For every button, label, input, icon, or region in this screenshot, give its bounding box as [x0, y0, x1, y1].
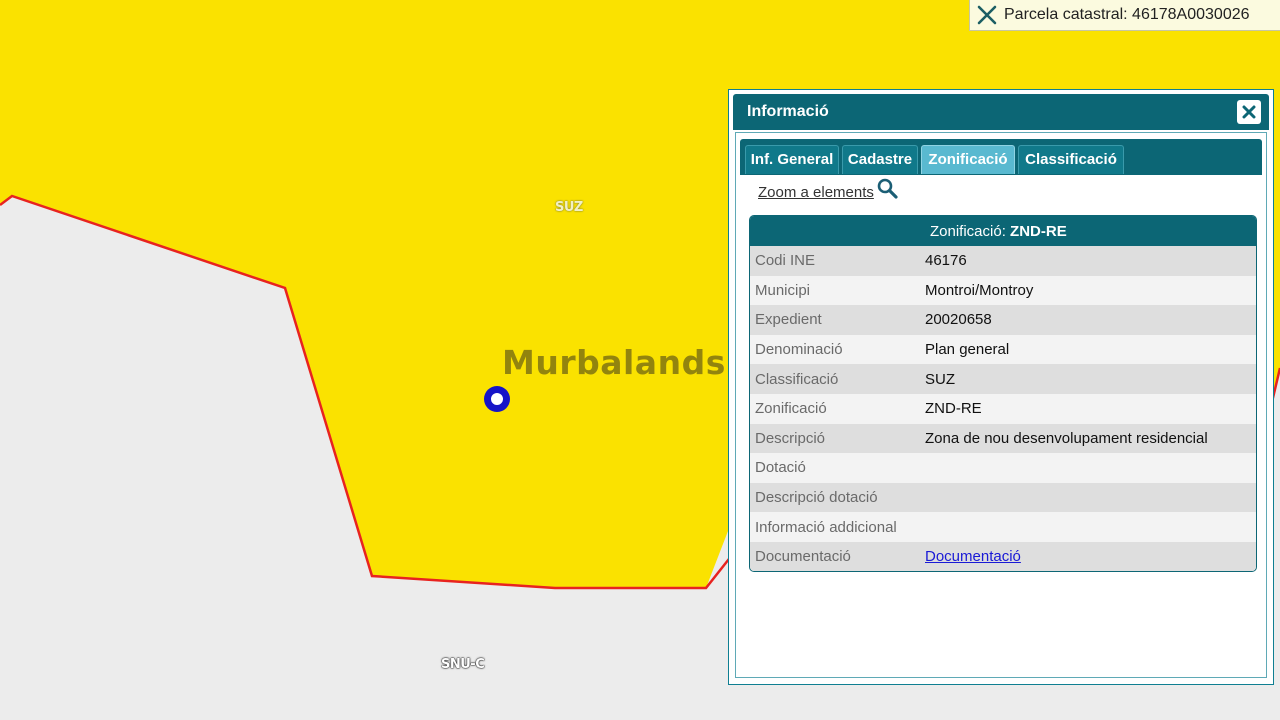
table-row: Municipi Montroi/Montroy — [750, 275, 1256, 306]
tab-cadastre[interactable]: Cadastre — [842, 145, 918, 174]
zoning-table: Zonificació: ZND-RE Codi INE 46176 Munic… — [749, 215, 1257, 572]
zoom-to-elements-link[interactable]: Zoom a elements — [758, 178, 900, 201]
table-row: Descripció dotació — [750, 482, 1256, 513]
table-row: Denominació Plan general — [750, 334, 1256, 365]
panel-body: Inf. General Cadastre Zonificació Classi… — [735, 132, 1267, 678]
table-row: Codi INE 46176 — [750, 246, 1256, 276]
table-header-prefix: Zonificació: — [930, 223, 1011, 240]
row-value: Documentació — [925, 548, 1021, 565]
table-row: Informació addicional — [750, 512, 1256, 542]
row-key: Descripció — [755, 429, 826, 447]
table-header-value: ZND-RE — [1010, 223, 1067, 240]
close-x-icon[interactable] — [970, 4, 1004, 26]
close-icon[interactable] — [1237, 100, 1261, 124]
zoom-link-label: Zoom a elements — [758, 183, 874, 201]
tab-inf-general[interactable]: Inf. General — [745, 145, 839, 174]
table-row: Dotació — [750, 453, 1256, 483]
documentacio-link[interactable]: Documentació — [925, 548, 1021, 565]
parcel-info-bar: Parcela catastral: 46178A0030026 — [969, 0, 1280, 31]
table-row: Expedient 20020658 — [750, 305, 1256, 335]
table-row: Zonificació ZND-RE — [750, 393, 1256, 424]
table-row: Documentació Documentació — [750, 541, 1256, 571]
row-key: Municipi — [755, 281, 811, 299]
panel-title: Informació — [747, 103, 829, 120]
zoning-table-rows: Codi INE 46176 Municipi Montroi/Montroy … — [750, 246, 1256, 571]
row-key: Codi INE — [755, 252, 816, 270]
row-key: Expedient — [755, 311, 822, 329]
table-row: Descripció Zona de nou desenvolupament r… — [750, 423, 1256, 454]
table-row: Classificació SUZ — [750, 364, 1256, 394]
parcel-text: Parcela catastral: 46178A0030026 — [1004, 6, 1250, 23]
location-marker[interactable] — [484, 386, 510, 412]
row-value: ZND-RE — [925, 400, 982, 418]
row-key: Classificació — [755, 370, 839, 388]
tab-classificacio[interactable]: Classificació — [1018, 145, 1124, 174]
row-key: Documentació — [755, 548, 851, 566]
row-value: Montroi/Montroy — [925, 281, 1034, 299]
info-panel: Informació Inf. General Cadastre Zonific… — [728, 89, 1274, 685]
zoning-table-header: Zonificació: ZND-RE — [750, 216, 1256, 246]
row-value: SUZ — [925, 370, 955, 388]
row-value: 46176 — [925, 252, 967, 270]
magnifier-icon — [877, 178, 898, 199]
tab-bar: Inf. General Cadastre Zonificació Classi… — [740, 139, 1262, 175]
row-key: Dotació — [755, 459, 806, 477]
row-value: Plan general — [925, 341, 1010, 359]
row-key: Zonificació — [755, 400, 827, 418]
row-value: 20020658 — [925, 311, 992, 329]
row-key: Informació addicional — [755, 518, 897, 536]
zone-label-snu: SNU-C — [441, 657, 485, 672]
row-key: Descripció dotació — [755, 489, 878, 507]
row-value: Zona de nou desenvolupament residencial — [925, 429, 1208, 447]
tab-zonificacio[interactable]: Zonificació — [921, 145, 1015, 174]
panel-header: Informació — [733, 94, 1269, 130]
row-key: Denominació — [755, 341, 843, 359]
zone-label-suz: SUZ — [555, 200, 583, 215]
